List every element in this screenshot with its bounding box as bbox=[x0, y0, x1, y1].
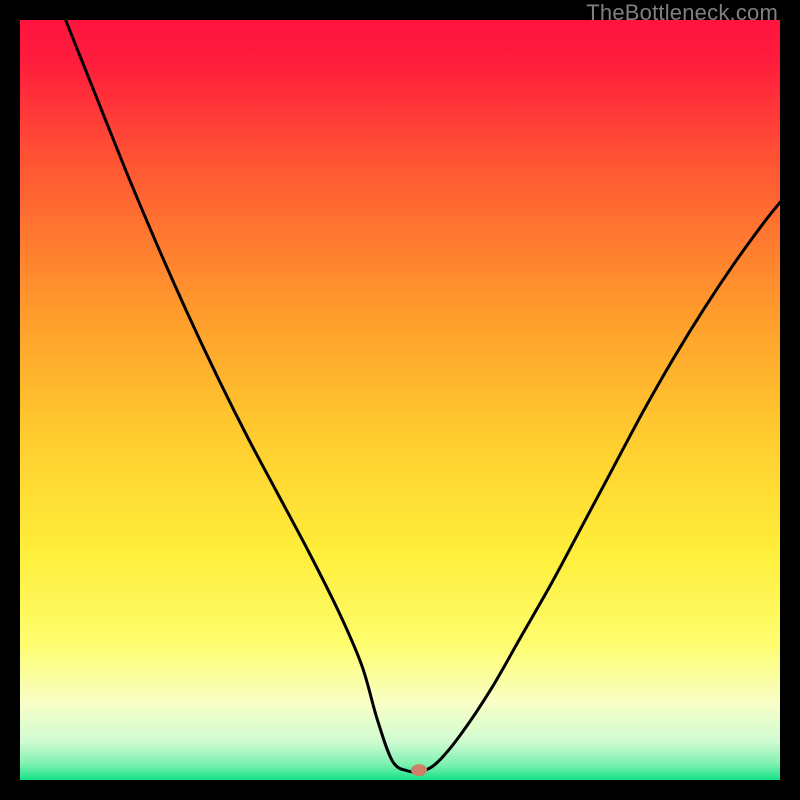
watermark-text: TheBottleneck.com bbox=[586, 0, 778, 26]
gradient-background bbox=[20, 20, 780, 780]
chart-frame: TheBottleneck.com bbox=[0, 0, 800, 800]
optimal-point-marker bbox=[411, 764, 427, 776]
plot-outer-border bbox=[20, 20, 780, 780]
bottleneck-chart bbox=[20, 20, 780, 780]
